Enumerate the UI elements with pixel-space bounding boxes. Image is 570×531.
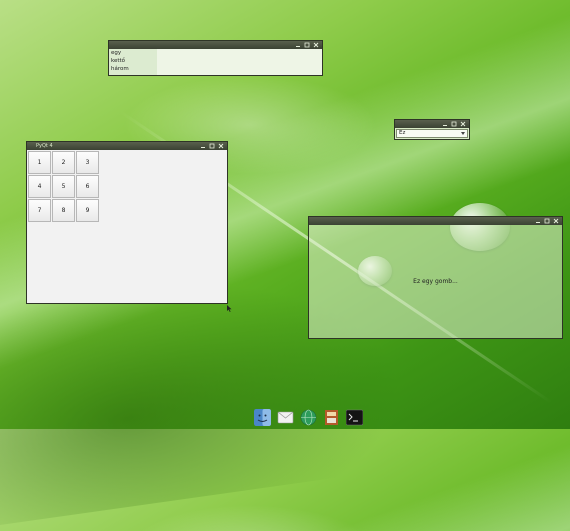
close-icon[interactable] <box>313 42 319 48</box>
browser-globe-icon[interactable] <box>300 409 317 426</box>
main-button[interactable]: Ez egy gomb... <box>309 225 562 338</box>
list-item[interactable]: kettő <box>111 57 125 65</box>
maximize-icon[interactable] <box>451 121 457 127</box>
chevron-down-icon[interactable] <box>460 131 466 136</box>
list-widget[interactable]: egy kettő három <box>109 49 322 75</box>
combo-selected-value: Ez <box>399 130 406 136</box>
window-title: PyQt 4 <box>36 143 53 149</box>
maximize-icon[interactable] <box>209 143 215 149</box>
grid-button-7[interactable]: 7 <box>28 199 51 222</box>
maximize-icon[interactable] <box>544 218 550 224</box>
grid-button-5[interactable]: 5 <box>52 175 75 198</box>
combo-window-titlebar[interactable] <box>395 120 469 128</box>
grid-button-1[interactable]: 1 <box>28 151 51 174</box>
main-button-label: Ez egy gomb... <box>413 278 458 285</box>
combo-window: Ez <box>394 119 470 140</box>
close-icon[interactable] <box>218 143 224 149</box>
button-window: Ez egy gomb... <box>308 216 563 339</box>
minimize-icon[interactable] <box>200 143 206 149</box>
list-window: egy kettő három <box>108 40 323 76</box>
finder-icon[interactable] <box>254 408 271 426</box>
dock <box>251 405 368 429</box>
grid-button-2[interactable]: 2 <box>52 151 75 174</box>
maximize-icon[interactable] <box>304 42 310 48</box>
grid-window-titlebar[interactable]: PyQt 4 <box>27 142 227 150</box>
list-window-titlebar[interactable] <box>109 41 322 49</box>
grid-button-4[interactable]: 4 <box>28 175 51 198</box>
grid-button-9[interactable]: 9 <box>76 199 99 222</box>
grid-window-body: 1 2 3 4 5 6 7 8 9 <box>27 150 227 303</box>
combo-box[interactable]: Ez <box>396 129 468 138</box>
minimize-icon[interactable] <box>442 121 448 127</box>
button-window-titlebar[interactable] <box>309 217 562 225</box>
list-item[interactable]: három <box>111 65 129 73</box>
minimize-icon[interactable] <box>535 218 541 224</box>
list-item[interactable]: egy <box>111 49 121 57</box>
terminal-icon[interactable] <box>346 409 363 426</box>
close-icon[interactable] <box>460 121 466 127</box>
book-icon[interactable] <box>323 409 340 426</box>
grid-button-6[interactable]: 6 <box>76 175 99 198</box>
grid-button-3[interactable]: 3 <box>76 151 99 174</box>
grid-button-8[interactable]: 8 <box>52 199 75 222</box>
mail-icon[interactable] <box>277 409 294 426</box>
grid-window: PyQt 4 1 2 3 4 5 6 7 8 9 <box>26 141 228 304</box>
mouse-cursor-icon <box>227 305 232 312</box>
close-icon[interactable] <box>553 218 559 224</box>
minimize-icon[interactable] <box>295 42 301 48</box>
